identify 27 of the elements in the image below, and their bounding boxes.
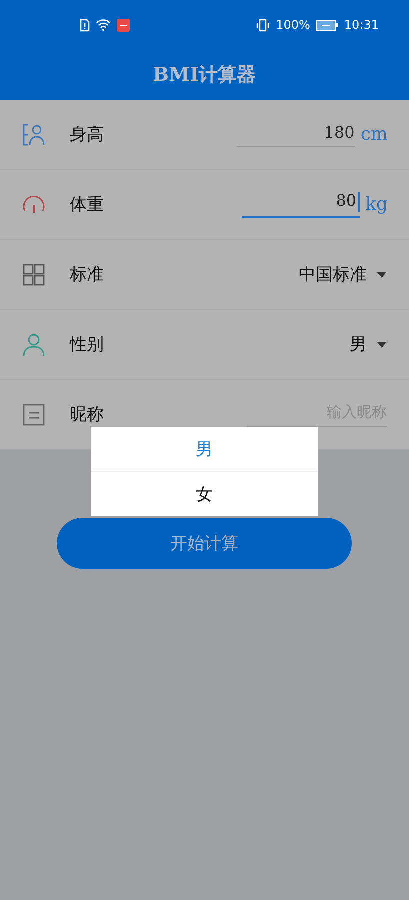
- person-frame-icon: [22, 122, 46, 146]
- app-title: BMI计算器: [152, 63, 257, 88]
- unit-label: cm: [360, 124, 388, 145]
- caret-icon: [377, 272, 387, 278]
- caret-icon: [377, 342, 387, 348]
- dropdown[interactable]: 中国标准: [299, 263, 387, 286]
- person-icon: [22, 332, 46, 356]
- number-field[interactable]: 180: [236, 122, 355, 146]
- app-notification-icon: [117, 18, 130, 32]
- list-icon: [22, 402, 46, 426]
- battery-percent: 100%: [276, 18, 310, 32]
- field-label: 身高: [70, 124, 105, 146]
- unit-label: kg: [366, 194, 388, 215]
- menu-option[interactable]: 女: [91, 471, 318, 516]
- vibrate-icon: [256, 18, 270, 32]
- number-field[interactable]: 80: [242, 191, 360, 218]
- clock-time: 10:31: [344, 18, 379, 32]
- battery-icon: [316, 20, 338, 30]
- field-label: 昵称: [70, 404, 105, 426]
- menu-option[interactable]: 男: [91, 427, 318, 471]
- field-label: 体重: [70, 194, 105, 216]
- sim-icon: [80, 18, 90, 32]
- field-label: 性别: [70, 334, 105, 356]
- grid-icon: [22, 262, 46, 286]
- wifi-icon: [96, 19, 111, 31]
- field-label: 标准: [70, 264, 105, 286]
- dropdown[interactable]: 男: [350, 333, 387, 356]
